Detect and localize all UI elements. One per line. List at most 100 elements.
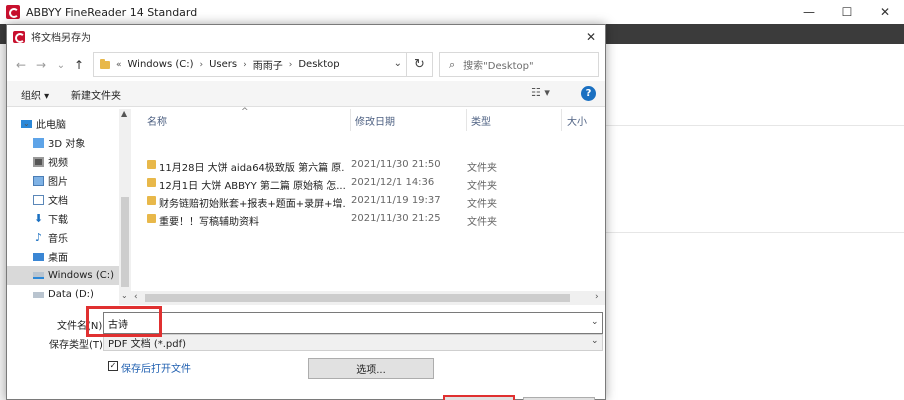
column-divider[interactable]: [561, 109, 562, 131]
nav-item-pictures[interactable]: 图片: [7, 171, 119, 190]
nav-item-documents[interactable]: 文档: [7, 190, 119, 209]
column-header-type[interactable]: 类型: [471, 109, 491, 131]
nav-item-this-pc[interactable]: ⌄ 此电脑: [7, 114, 119, 133]
chevron-right-icon[interactable]: ›: [289, 60, 293, 70]
nav-item-music[interactable]: ♪ 音乐: [7, 228, 119, 247]
maximize-button[interactable]: ☐: [828, 0, 866, 24]
nav-item-label: 文档: [48, 196, 68, 207]
file-date: 2021/12/1 14:36: [351, 177, 435, 188]
dialog-title: 将文档另存为: [31, 33, 91, 44]
drive-icon: [33, 272, 44, 279]
chevron-down-icon[interactable]: ⌄: [23, 119, 30, 128]
file-name: 财务链赔初始账套+报表+题面+录屏+增...: [159, 199, 345, 210]
abbyy-logo-icon: [6, 5, 20, 19]
column-header-size[interactable]: 大小: [567, 109, 587, 131]
nav-item-windows-c[interactable]: Windows (C:): [7, 266, 119, 285]
nav-item-downloads[interactable]: ⬇ 下载: [7, 209, 119, 228]
organize-button[interactable]: 组织 ▾: [21, 87, 49, 102]
view-options-icon[interactable]: ☷ ▾: [531, 86, 550, 99]
scroll-left-icon[interactable]: ‹: [134, 292, 138, 302]
scrollbar-thumb[interactable]: [145, 294, 570, 302]
file-row[interactable]: 重要！！写稿辅助资料 2021/11/30 21:25 文件夹: [141, 210, 581, 228]
nav-item-label: Data (D:): [48, 289, 94, 300]
file-row[interactable]: 11月28日 大饼 aida64极致版 第六篇 原... 2021/11/30 …: [141, 156, 581, 174]
file-type: 文件夹: [467, 217, 497, 228]
close-app-button[interactable]: ✕: [866, 0, 904, 24]
file-type: 文件夹: [467, 163, 497, 174]
file-date: 2021/11/30 21:25: [351, 213, 441, 224]
chevron-down-icon[interactable]: ⌄: [394, 58, 402, 69]
new-folder-button[interactable]: 新建文件夹: [71, 87, 121, 102]
forward-button[interactable]: →: [33, 56, 49, 74]
minimize-button[interactable]: —: [790, 0, 828, 24]
address-bar[interactable]: « Windows (C:) › Users › 雨雨子 › Desktop ⌄: [93, 52, 407, 77]
chevron-right-icon[interactable]: ›: [243, 60, 247, 70]
music-icon: ♪: [34, 230, 43, 244]
navigation-pane: ⌄ 此电脑 3D 对象 视频 图片 文档 ⬇ 下载 ♪ 音乐 桌面 Window…: [7, 109, 131, 305]
save-button[interactable]: [443, 395, 515, 400]
nav-item-label: 图片: [48, 177, 68, 188]
file-row[interactable]: 12月1日 大饼 ABBYY 第二篇 原始稿 怎... 2021/12/1 14…: [141, 174, 581, 192]
nav-item-data-d[interactable]: Data (D:): [7, 285, 119, 304]
up-button[interactable]: ↑: [71, 56, 87, 74]
file-type: 文件夹: [467, 199, 497, 210]
file-name: 11月28日 大饼 aida64极致版 第六篇 原...: [159, 163, 345, 174]
scrollbar-thumb[interactable]: [121, 197, 129, 287]
dialog-close-button[interactable]: ✕: [583, 29, 599, 45]
navigation-bar: ← → ⌄ ↑ « Windows (C:) › Users › 雨雨子 › D…: [7, 52, 605, 78]
file-type: 文件夹: [467, 181, 497, 192]
nav-item-3d-objects[interactable]: 3D 对象: [7, 133, 119, 152]
breadcrumb-windows-c[interactable]: Windows (C:): [128, 59, 194, 70]
filetype-select[interactable]: PDF 文档 (*.pdf): [103, 334, 603, 351]
command-toolbar: 组织 ▾ 新建文件夹 ☷ ▾ ?: [7, 81, 605, 107]
nav-item-label: 下载: [48, 215, 68, 226]
nav-item-label: 3D 对象: [48, 139, 86, 150]
nav-item-videos[interactable]: 视频: [7, 152, 119, 171]
chevron-right-icon[interactable]: ›: [200, 60, 204, 70]
chevron-down-icon[interactable]: ⌄: [591, 317, 599, 327]
breadcrumb-overflow[interactable]: «: [116, 60, 122, 70]
file-list: ^ 名称 修改日期 类型 大小 11月28日 大饼 aida64极致版 第六篇 …: [131, 107, 605, 305]
app-titlebar: ABBYY FineReader 14 Standard — ☐ ✕: [0, 0, 904, 24]
breadcrumb-user[interactable]: 雨雨子: [253, 57, 283, 72]
column-header-date[interactable]: 修改日期: [355, 109, 395, 131]
scroll-right-icon[interactable]: ›: [595, 292, 599, 302]
drive-icon: [33, 291, 44, 298]
filename-input[interactable]: 古诗: [103, 312, 603, 334]
file-name: 重要！！写稿辅助资料: [159, 217, 259, 228]
nav-item-desktop[interactable]: 桌面: [7, 247, 119, 266]
recent-locations-button[interactable]: ⌄: [53, 56, 69, 74]
filelist-hscrollbar[interactable]: ‹ ›: [131, 291, 605, 305]
scroll-up-icon[interactable]: ▲: [121, 109, 127, 118]
documents-icon: [33, 194, 44, 205]
column-divider[interactable]: [350, 109, 351, 131]
nav-item-label: 桌面: [48, 253, 68, 264]
folder-icon: [147, 196, 156, 205]
filename-highlight: [86, 306, 162, 337]
filetype-label: 保存类型(T):: [49, 340, 107, 351]
breadcrumb-desktop[interactable]: Desktop: [298, 59, 339, 70]
open-after-save-label[interactable]: 保存后打开文件: [121, 360, 191, 375]
3d-objects-icon: [33, 137, 44, 148]
window-controls: — ☐ ✕: [790, 0, 904, 24]
dialog-titlebar: 将文档另存为 ✕: [7, 25, 605, 48]
chevron-down-icon[interactable]: ⌄: [591, 336, 599, 346]
help-icon[interactable]: ?: [581, 86, 596, 101]
scroll-down-icon[interactable]: ⌄: [121, 291, 128, 300]
save-as-dialog: 将文档另存为 ✕ ← → ⌄ ↑ « Windows (C:) › Users …: [6, 24, 606, 400]
video-icon: [33, 156, 44, 167]
column-divider[interactable]: [466, 109, 467, 131]
breadcrumb-users[interactable]: Users: [209, 59, 237, 70]
divider: [606, 232, 904, 233]
pictures-icon: [33, 175, 44, 186]
open-after-save-checkbox[interactable]: ✓: [108, 361, 118, 371]
refresh-button[interactable]: ↻: [407, 52, 433, 77]
search-input[interactable]: ⌕ 搜索"Desktop": [439, 52, 599, 77]
sort-ascending-icon: ^: [241, 107, 249, 117]
desktop-icon: [33, 252, 44, 261]
column-header-name[interactable]: 名称: [147, 109, 167, 131]
options-button[interactable]: 选项...: [308, 358, 434, 379]
navpane-scrollbar[interactable]: ▲ ⌄: [119, 109, 131, 305]
file-row[interactable]: 财务链赔初始账套+报表+题面+录屏+增... 2021/11/19 19:37 …: [141, 192, 581, 210]
back-button[interactable]: ←: [13, 56, 29, 74]
